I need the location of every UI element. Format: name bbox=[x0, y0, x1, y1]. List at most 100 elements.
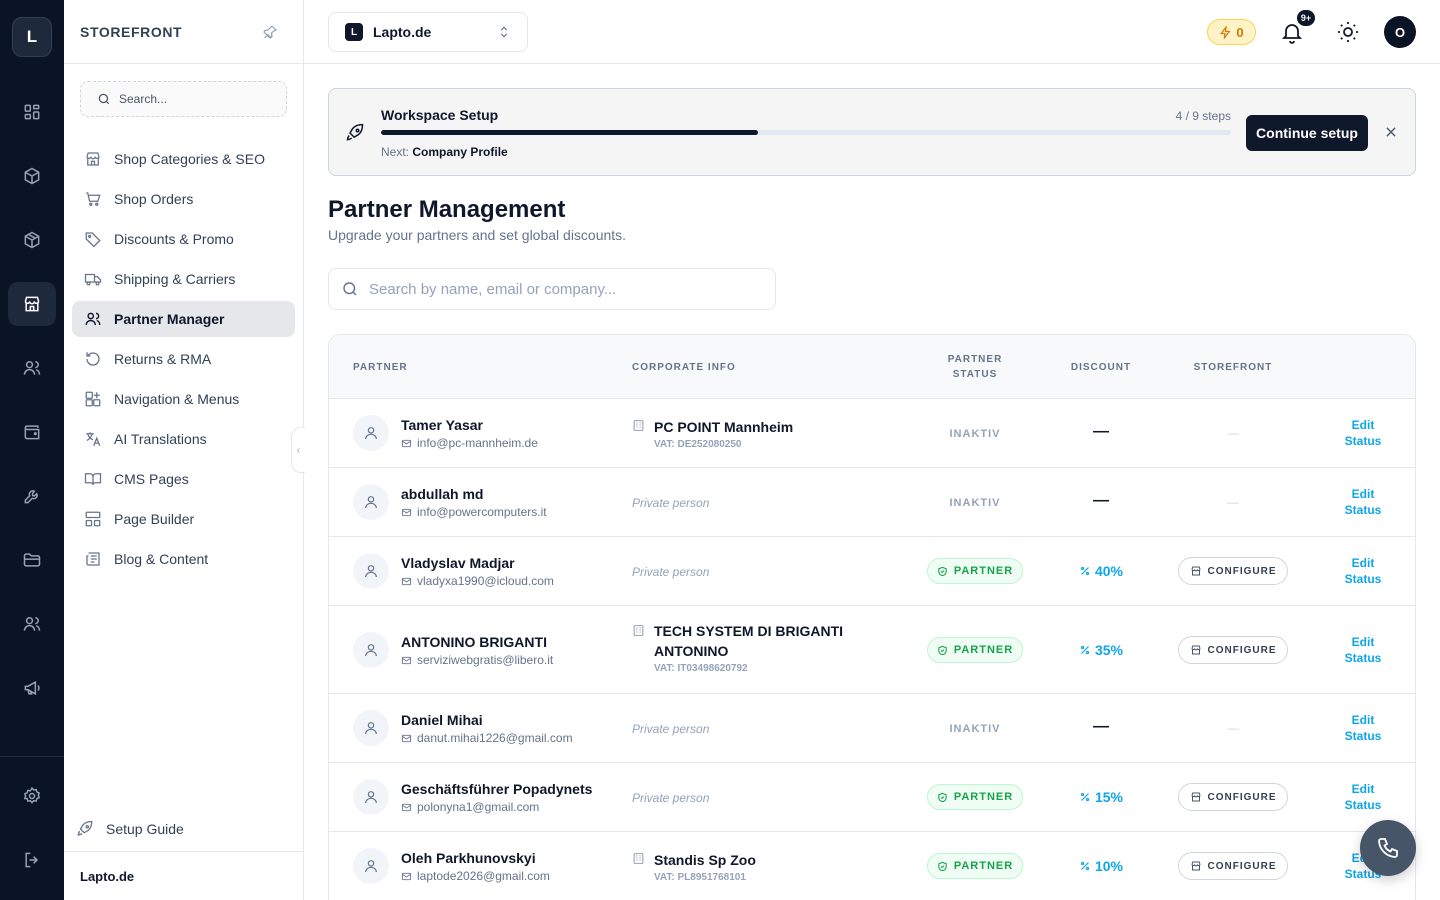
sidebar-item-ai-translations[interactable]: AI Translations bbox=[72, 421, 295, 457]
configure-storefront-button[interactable]: CONFIGURE bbox=[1178, 636, 1288, 664]
app-logo[interactable]: L bbox=[12, 17, 52, 57]
sidebar-item-label: Shop Orders bbox=[114, 191, 194, 207]
user-avatar[interactable]: O bbox=[1384, 16, 1416, 48]
edit-status-link-line: Edit bbox=[1351, 782, 1375, 796]
edit-status-link-line: Edit bbox=[1351, 418, 1375, 432]
partner-search-placeholder: Search by name, email or company... bbox=[369, 280, 617, 298]
discount-value: — bbox=[1093, 492, 1109, 509]
workspace-select[interactable]: L Lapto.de bbox=[328, 12, 528, 52]
sidebar-item-shop-categories[interactable]: Shop Categories & SEO bbox=[72, 141, 295, 177]
edit-status-link[interactable]: Edit Status bbox=[1336, 486, 1390, 518]
person-icon bbox=[353, 632, 389, 668]
sidebar-item-partner-manager[interactable]: Partner Manager bbox=[72, 301, 295, 337]
box-icon[interactable] bbox=[8, 154, 56, 198]
settings-icon[interactable] bbox=[8, 774, 56, 818]
company-vat: VAT: IT03498620792 bbox=[654, 663, 748, 674]
partner-email-text: danut.mihai1226@gmail.com bbox=[417, 731, 573, 745]
phone-call-button[interactable] bbox=[1360, 820, 1416, 876]
setup-guide-link[interactable]: Setup Guide bbox=[76, 820, 184, 838]
store-icon[interactable] bbox=[8, 282, 56, 326]
dashboard-icon[interactable] bbox=[8, 90, 56, 134]
sidebar: STOREFRONT Search... Shop Categories & S… bbox=[64, 0, 305, 900]
discount-value: — bbox=[1093, 718, 1109, 735]
percent-icon bbox=[1080, 645, 1090, 655]
configure-storefront-button[interactable]: CONFIGURE bbox=[1178, 852, 1288, 880]
store-icon bbox=[1191, 566, 1200, 576]
search-icon bbox=[98, 93, 110, 105]
sun-icon[interactable] bbox=[1336, 20, 1360, 44]
layout-icon bbox=[85, 511, 101, 527]
configure-storefront-button[interactable]: CONFIGURE bbox=[1178, 557, 1288, 585]
continue-setup-button[interactable]: Continue setup bbox=[1246, 115, 1368, 151]
sidebar-item-shop-orders[interactable]: Shop Orders bbox=[72, 181, 295, 217]
sidebar-item-shipping[interactable]: Shipping & Carriers bbox=[72, 261, 295, 297]
wallet-icon[interactable] bbox=[8, 410, 56, 454]
lightning-icon bbox=[1220, 25, 1231, 39]
team-icon[interactable] bbox=[8, 602, 56, 646]
sidebar-item-label: Shop Categories & SEO bbox=[114, 151, 265, 167]
discount-value[interactable]: 10% bbox=[1071, 858, 1131, 874]
sidebar-search-input[interactable]: Search... bbox=[80, 81, 287, 117]
sidebar-item-navigation[interactable]: Navigation & Menus bbox=[72, 381, 295, 417]
sidebar-item-returns[interactable]: Returns & RMA bbox=[72, 341, 295, 377]
sidebar-item-label: Partner Manager bbox=[114, 311, 225, 327]
partner-search-input[interactable]: Search by name, email or company... bbox=[328, 268, 776, 310]
configure-label: CONFIGURE bbox=[1207, 565, 1277, 577]
private-person-label: Private person bbox=[632, 722, 710, 736]
edit-status-link[interactable]: Edit Status bbox=[1336, 555, 1390, 587]
partner-name: ANTONINO BRIGANTI bbox=[401, 634, 547, 650]
sidebar-item-label: Discounts & Promo bbox=[114, 231, 234, 247]
mail-icon bbox=[401, 508, 412, 516]
person-icon bbox=[353, 710, 389, 746]
tag-icon bbox=[85, 232, 101, 248]
company-vat: VAT: PL8951768101 bbox=[654, 872, 746, 883]
package-icon[interactable] bbox=[8, 218, 56, 262]
next-label: Next: bbox=[381, 145, 410, 159]
credits-badge[interactable]: 0 bbox=[1207, 19, 1256, 45]
partner-email-text: serviziwebgratis@libero.it bbox=[417, 653, 554, 667]
table-row: ANTONINO BRIGANTI serviziwebgratis@liber… bbox=[329, 606, 1415, 694]
sidebar-item-blog[interactable]: Blog & Content bbox=[72, 541, 295, 577]
top-bar: L Lapto.de 0 9+ O bbox=[304, 0, 1440, 64]
logout-icon[interactable] bbox=[8, 838, 56, 882]
sidebar-item-page-builder[interactable]: Page Builder bbox=[72, 501, 295, 537]
column-header-status: PARTNER STATUS bbox=[935, 352, 1015, 382]
table-header: PARTNER CORPORATE INFO PARTNER STATUS DI… bbox=[329, 335, 1415, 399]
discount-value: — bbox=[1093, 423, 1109, 440]
edit-status-link[interactable]: Edit Status bbox=[1336, 417, 1390, 449]
translate-icon bbox=[86, 432, 101, 446]
sidebar-item-cms-pages[interactable]: CMS Pages bbox=[72, 461, 295, 497]
icon-rail: L bbox=[0, 0, 64, 900]
partner-email: laptode2026@gmail.com bbox=[401, 869, 550, 883]
private-person-label: Private person bbox=[632, 565, 710, 579]
sidebar-item-discounts[interactable]: Discounts & Promo bbox=[72, 221, 295, 257]
edit-status-link[interactable]: Edit Status bbox=[1336, 634, 1390, 666]
partner-name: Geschäftsführer Popadynets bbox=[401, 781, 593, 797]
discount-text: 15% bbox=[1094, 789, 1124, 805]
chevron-up-down-icon bbox=[500, 26, 508, 38]
close-icon[interactable] bbox=[1384, 125, 1398, 139]
person-icon bbox=[353, 553, 389, 589]
discount-text: 40% bbox=[1094, 563, 1124, 579]
edit-status-link[interactable]: Edit Status bbox=[1336, 712, 1390, 744]
wrench-icon[interactable] bbox=[8, 474, 56, 518]
discount-value[interactable]: 40% bbox=[1071, 563, 1131, 579]
pin-icon[interactable] bbox=[262, 24, 278, 40]
column-header-corporate: CORPORATE INFO bbox=[632, 362, 736, 373]
edit-status-link[interactable]: Edit Status bbox=[1336, 781, 1390, 813]
page-title: Partner Management bbox=[328, 196, 566, 223]
discount-value[interactable]: 35% bbox=[1071, 642, 1131, 658]
discount-value[interactable]: 15% bbox=[1071, 789, 1131, 805]
folder-icon[interactable] bbox=[8, 538, 56, 582]
users-icon[interactable] bbox=[8, 346, 56, 390]
person-icon bbox=[353, 848, 389, 884]
sidebar-item-label: Blog & Content bbox=[114, 551, 209, 567]
sidebar-collapse-handle[interactable]: ‹ bbox=[291, 427, 305, 473]
configure-storefront-button[interactable]: CONFIGURE bbox=[1178, 783, 1288, 811]
megaphone-icon[interactable] bbox=[8, 666, 56, 710]
table-row: abdullah md info@powercomputers.it Priva… bbox=[329, 468, 1415, 537]
column-header-partner: PARTNER bbox=[353, 362, 408, 373]
setup-guide-label: Setup Guide bbox=[106, 821, 184, 837]
rocket-icon bbox=[77, 820, 93, 836]
users-icon bbox=[85, 312, 101, 326]
